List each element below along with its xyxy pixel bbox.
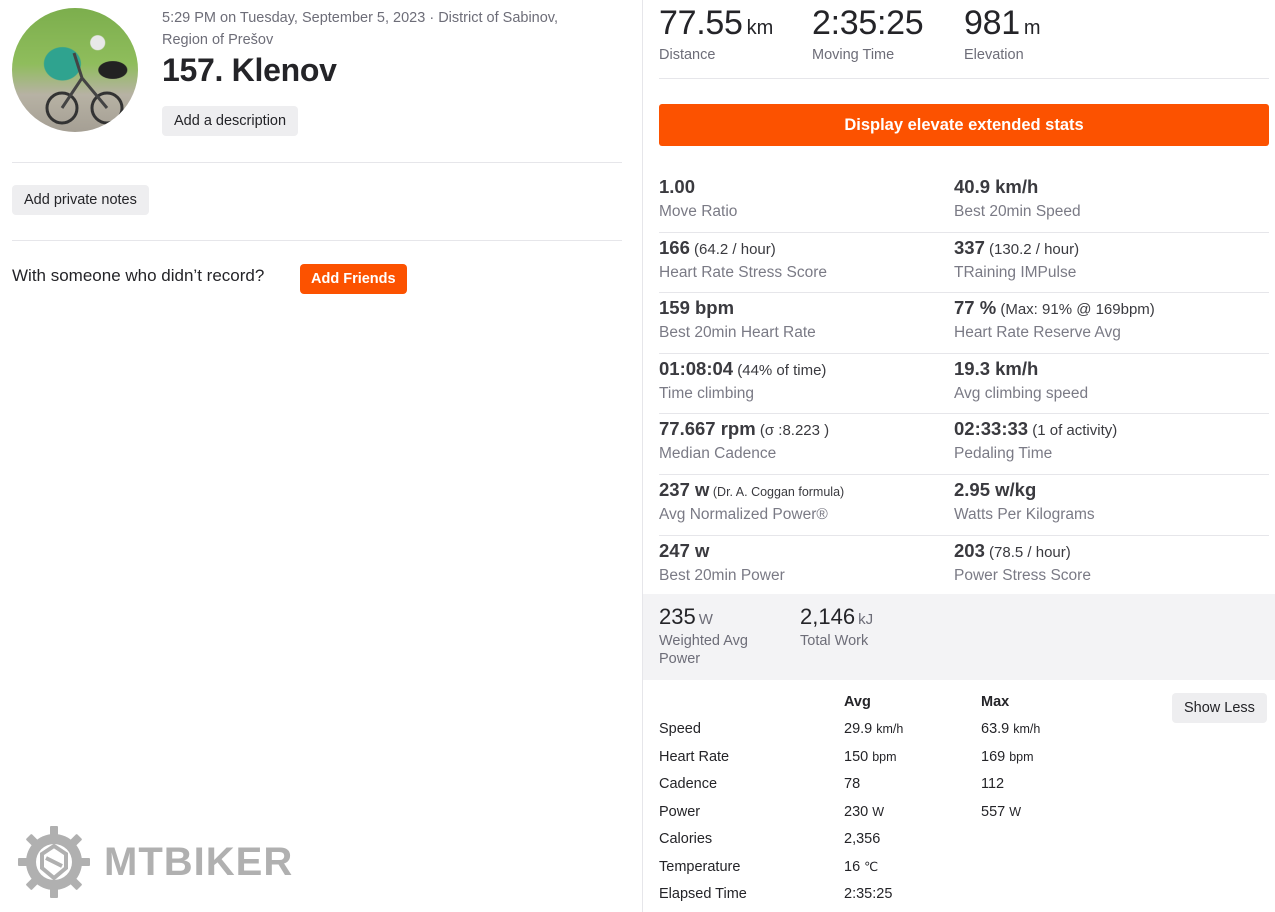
stat-unit: W (698, 611, 713, 628)
divider (12, 162, 622, 163)
stat-best-20min-hr: 159 bpm Best 20min Heart Rate (659, 297, 816, 342)
stat-avg-climbing-speed: 19.3 km/h Avg climbing speed (954, 357, 1089, 402)
stat-value: 2,146 (800, 604, 856, 629)
divider (659, 78, 1269, 79)
row-avg: 2,356 (844, 831, 881, 847)
table-row: Temperature 16 ℃ (659, 859, 1159, 879)
stat-total-work: 2,146 kJ Total Work (800, 604, 910, 650)
table-row: Power 230 W 557 W (659, 804, 1159, 824)
activity-header: 5:29 PM on Tuesday, September 5, 2023 · … (0, 0, 642, 912)
activity-stats-panel: 77.55 km Distance 2:35:25 Moving Time 981… (643, 0, 1275, 912)
activity-date-location: 5:29 PM on Tuesday, September 5, 2023 · … (162, 7, 622, 51)
mtbiker-logo-text: MTBIKER (104, 840, 294, 884)
add-private-notes-button[interactable]: Add private notes (12, 185, 149, 215)
stat-pedaling-time: 02:33:33 (1 of activity) Pedaling Time (954, 418, 1118, 463)
activity-photo-avatar[interactable] (12, 8, 138, 132)
table-row: Heart Rate 150 bpm 169 bpm (659, 749, 1159, 769)
stat-value: 981 (964, 4, 1020, 42)
power-summary-panel: 235 W Weighted Avg Power 2,146 kJ Total Wo… (643, 594, 1275, 680)
stat-unit: km (746, 17, 774, 39)
table-row: Calories 2,356 (659, 831, 1159, 851)
stats-row: 1.00 Move Ratio 40.9 km/h Best 20min Spe… (659, 172, 1269, 233)
row-avg: 29.9 km/h (844, 721, 904, 737)
stat-avg-normalized-power: 237 w (Dr. A. Coggan formula) Avg Normal… (659, 478, 845, 523)
activity-region: Region of Prešov (162, 32, 274, 48)
stats-row: 159 bpm Best 20min Heart Rate 77 % (Max:… (659, 293, 1269, 354)
stat-unit: m (1023, 17, 1041, 39)
stats-row: 237 w (Dr. A. Coggan formula) Avg Normal… (659, 475, 1269, 536)
table-row: Speed 29.9 km/h 63.9 km/h (659, 721, 1159, 741)
stat-median-cadence: 77.667 rpm (σ :8.223 ) Median Cadence (659, 418, 830, 463)
stat-best-20min-power: 247 w Best 20min Power (659, 539, 785, 584)
stat-trimp: 337 (130.2 / hour) TRaining IMPulse (954, 236, 1080, 281)
row-avg: 230 W (844, 804, 885, 820)
stat-unit: kJ (858, 611, 874, 628)
row-max: 169 bpm (981, 749, 1034, 765)
cyclist-photo-icon (45, 52, 124, 125)
stat-move-ratio: 1.00 Move Ratio (659, 176, 738, 220)
stat-label: Distance (659, 47, 716, 63)
row-label: Temperature (659, 859, 741, 875)
divider (12, 240, 622, 241)
stat-power-stress-score: 203 (78.5 / hour) Power Stress Score (954, 539, 1091, 584)
row-avg: 78 (844, 776, 861, 792)
stats-row: 77.667 rpm (σ :8.223 ) Median Cadence 02… (659, 414, 1269, 475)
row-max: 557 W (981, 804, 1022, 820)
extended-stats-grid: 1.00 Move Ratio 40.9 km/h Best 20min Spe… (659, 172, 1269, 596)
column-header-max: Max (981, 694, 1010, 710)
stat-label: Weighted Avg Power (659, 633, 748, 667)
row-avg: 2:35:25 (844, 886, 893, 902)
table-row: Cadence 78 112 (659, 776, 1159, 796)
stat-label: Total Work (800, 633, 869, 649)
stat-distance: 77.55 km Distance (659, 4, 773, 63)
mtbiker-watermark: MTBIKER (16, 824, 316, 900)
table-row: Elapsed Time 2:35:25 (659, 886, 1159, 906)
stat-elevation: 981 m Elevation (964, 4, 1041, 63)
friends-prompt: With someone who didn’t record? (12, 266, 265, 285)
add-friends-button[interactable]: Add Friends (300, 264, 407, 294)
stat-hr-reserve-avg: 77 % (Max: 91% @ 169bpm) Heart Rate Rese… (954, 297, 1155, 342)
stat-moving-time: 2:35:25 Moving Time (812, 4, 927, 63)
row-avg: 150 bpm (844, 749, 897, 765)
stat-value: 2:35:25 (812, 4, 924, 42)
stats-row: 01:08:04 (44% of time) Time climbing 19.… (659, 354, 1269, 415)
gear-shield-logo-icon (18, 826, 90, 898)
row-max: 63.9 km/h (981, 721, 1041, 737)
row-max: 112 (981, 776, 1005, 792)
row-label: Elapsed Time (659, 886, 747, 902)
row-label: Cadence (659, 776, 718, 792)
stat-weighted-avg-power: 235 W Weighted Avg Power (659, 604, 769, 668)
stat-time-climbing: 01:08:04 (44% of time) Time climbing (659, 357, 827, 402)
stats-row: 166 (64.2 / hour) Heart Rate Stress Scor… (659, 233, 1269, 294)
stat-label: Moving Time (812, 47, 895, 63)
row-label: Speed (659, 721, 701, 737)
row-avg: 16 ℃ (844, 859, 879, 875)
stat-hr-stress-score: 166 (64.2 / hour) Heart Rate Stress Scor… (659, 236, 827, 281)
stat-value: 235 (659, 604, 696, 629)
elevate-extended-stats-button[interactable]: Display elevate extended stats (659, 104, 1269, 146)
activity-title[interactable]: 157. Klenov (162, 52, 337, 89)
add-description-button[interactable]: Add a description (162, 106, 299, 136)
stat-watts-per-kg: 2.95 w/kg Watts Per Kilograms (954, 478, 1095, 523)
activity-datetime: 5:29 PM on Tuesday, September 5, 2023 · … (162, 10, 559, 26)
stat-value: 77.55 (659, 4, 743, 42)
stat-best-20min-speed: 40.9 km/h Best 20min Speed (954, 176, 1081, 220)
show-less-button[interactable]: Show Less (1172, 693, 1267, 723)
row-label: Calories (659, 831, 713, 847)
row-label: Heart Rate (659, 749, 730, 765)
column-header-avg: Avg (844, 694, 871, 710)
row-label: Power (659, 804, 701, 820)
stats-row: 247 w Best 20min Power 203 (78.5 / hour)… (659, 536, 1269, 597)
stat-label: Elevation (964, 47, 1024, 63)
